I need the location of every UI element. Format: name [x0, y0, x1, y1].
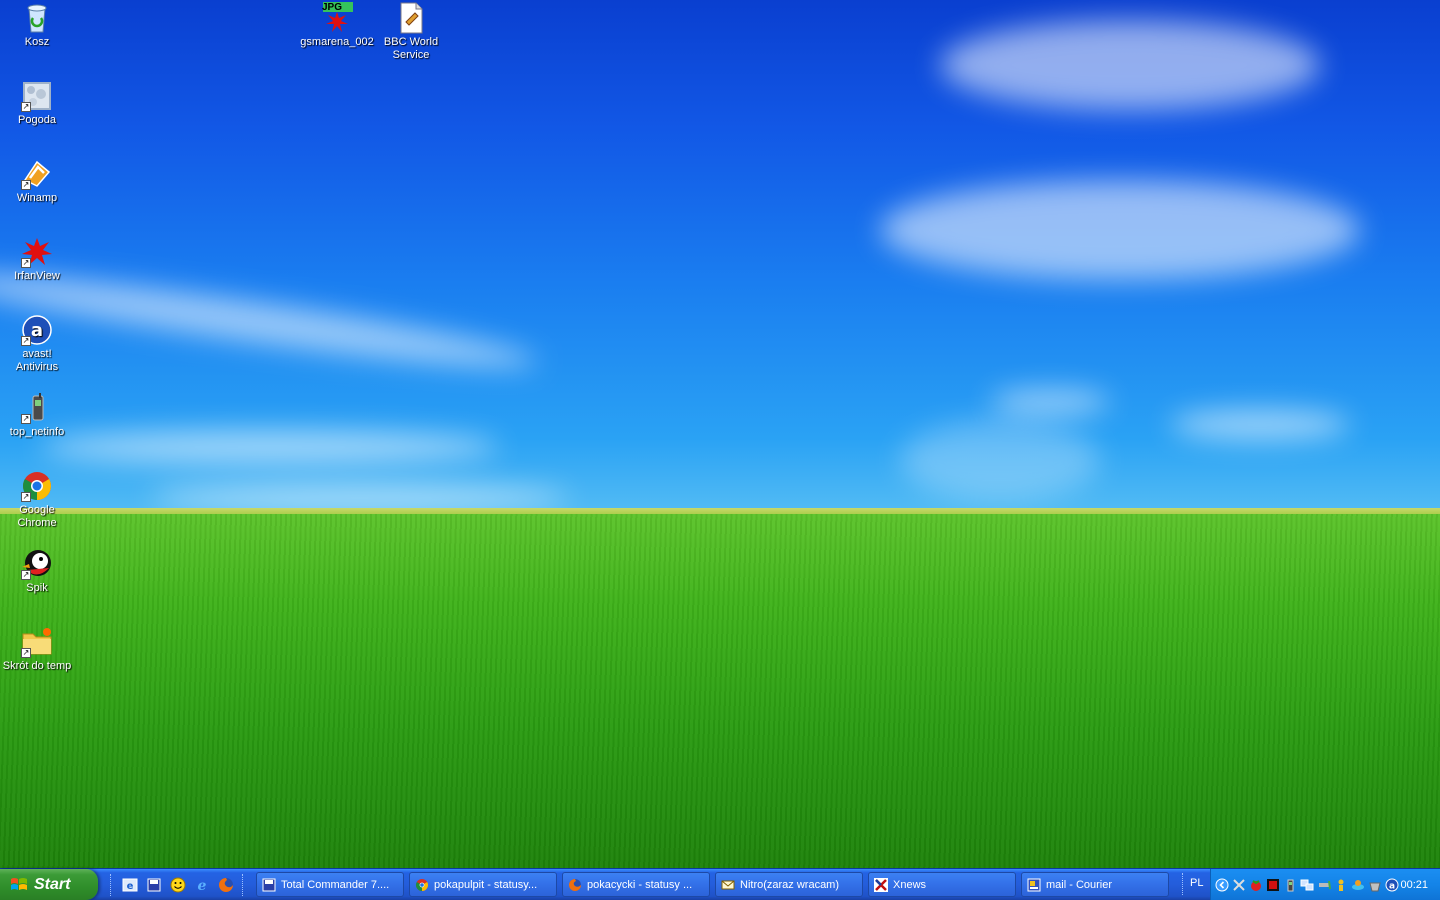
xnews-icon — [874, 877, 888, 892]
phone-icon: ↗ — [21, 392, 53, 424]
desktop-icon-label: BBC World Service — [383, 36, 439, 61]
spik-icon: ↗ — [21, 548, 53, 580]
toolbar-grip[interactable] — [1182, 873, 1186, 895]
quick-launch: e e — [106, 873, 250, 897]
folder-icon: ↗ — [21, 626, 53, 658]
clock[interactable]: 00:21 — [1401, 879, 1429, 891]
tray-expand-icon[interactable] — [1215, 878, 1229, 892]
taskbar: Start e e Total Commander 7.... pokapulp… — [0, 868, 1440, 900]
cloud — [40, 430, 500, 464]
network-connection-icon[interactable] — [1300, 878, 1314, 892]
jpg-badge: JPG — [322, 2, 343, 13]
cloud — [990, 390, 1110, 414]
desktop-wallpaper — [0, 0, 1440, 868]
language-indicator[interactable]: PL — [1190, 877, 1203, 889]
weather-icon: ↗ — [21, 80, 53, 112]
task-label: pokapulpit - statusy... — [434, 878, 538, 891]
system-tray: a 00:21 — [1210, 869, 1440, 900]
desktop-icon-label: Pogoda — [18, 114, 56, 126]
desktop-icon-label: gsmarena_002 — [300, 36, 374, 48]
winamp-icon: ↗ — [21, 158, 53, 190]
ie-icon[interactable]: e — [121, 876, 139, 894]
desktop-icon-label: avast! Antivirus — [15, 348, 59, 373]
recycle-bin-icon — [21, 2, 53, 34]
start-label: Start — [34, 875, 71, 893]
desktop-icon-label: Google Chrome — [17, 504, 57, 529]
courier-icon — [1027, 878, 1041, 892]
envelope-icon — [721, 878, 735, 892]
firefox-icon — [568, 878, 582, 892]
desktop-icon-label: top_netinfo — [9, 426, 65, 438]
taskbar-button-xnews[interactable]: Xnews — [868, 872, 1016, 897]
task-label: Xnews — [893, 878, 927, 891]
usb-device-icon[interactable] — [1317, 878, 1331, 892]
cloud — [880, 180, 1360, 280]
desktop-icon-pogoda[interactable]: ↗ Pogoda — [0, 80, 74, 127]
cloud — [900, 420, 1100, 500]
floppy-icon — [262, 878, 276, 892]
start-button[interactable]: Start — [0, 869, 98, 900]
toolbar-grip[interactable] — [242, 874, 246, 896]
irfanview-icon: ↗ — [21, 236, 53, 268]
jpg-file-icon: JPG — [321, 2, 353, 34]
desktop-icon-label: Skrót do temp — [2, 660, 72, 672]
toolbar-grip[interactable] — [110, 874, 114, 896]
taskbar-button-pokapulpit[interactable]: pokapulpit - statusy... — [409, 872, 557, 897]
desktop-icon-label: IrfanView — [14, 270, 60, 282]
taskbar-button-total-commander[interactable]: Total Commander 7.... — [256, 872, 404, 897]
chrome-icon: ↗ — [21, 470, 53, 502]
svg-text:a: a — [31, 320, 43, 341]
desktop-icon-label: Kosz — [24, 36, 50, 48]
smiley-icon[interactable] — [169, 876, 187, 894]
taskbar-button-nitro[interactable]: Nitro(zaraz wracam) — [715, 872, 863, 897]
taskbar-button-mail-courier[interactable]: mail - Courier — [1021, 872, 1169, 897]
network-tools-icon[interactable] — [1232, 878, 1246, 892]
desktop-icon-top-netinfo[interactable]: ↗ top_netinfo — [0, 392, 74, 439]
firefox-icon[interactable] — [217, 876, 235, 894]
desktop-icon-bbc-world-service[interactable]: BBC World Service — [374, 2, 448, 62]
desktop-icon-gsmarena[interactable]: JPG gsmarena_002 — [300, 2, 374, 49]
person-icon[interactable] — [1334, 878, 1348, 892]
bird-icon[interactable] — [1351, 878, 1365, 892]
strawberry-icon[interactable] — [1249, 878, 1263, 892]
ie-alt-icon[interactable]: e — [193, 876, 211, 894]
task-label: mail - Courier — [1046, 878, 1113, 891]
avast-tray-icon[interactable]: a — [1385, 878, 1399, 892]
avast-icon: a ↗ — [21, 314, 53, 346]
desktop-icon-spik[interactable]: ↗ Spik — [0, 548, 74, 595]
save-icon[interactable] — [145, 876, 163, 894]
desktop-icon-label: Spik — [26, 582, 48, 594]
desktop-icon-label: Winamp — [16, 192, 58, 204]
app-red-square-icon[interactable] — [1266, 878, 1280, 892]
task-label: Total Commander 7.... — [281, 878, 390, 891]
svg-text:e: e — [127, 881, 134, 892]
taskbar-button-pokacycki[interactable]: pokacycki - statusy ... — [562, 872, 710, 897]
document-icon — [395, 2, 427, 34]
desktop-icon-irfanview[interactable]: ↗ IrfanView — [0, 236, 74, 283]
desktop-icon-skrot-do-temp[interactable]: ↗ Skrót do temp — [0, 626, 74, 673]
svg-text:a: a — [1389, 881, 1395, 891]
cloud — [1170, 410, 1350, 440]
phone-tray-icon[interactable] — [1283, 878, 1297, 892]
task-label: pokacycki - statusy ... — [587, 878, 693, 891]
desktop-icon-google-chrome[interactable]: ↗ Google Chrome — [0, 470, 74, 530]
grass-field — [0, 514, 1440, 868]
chrome-icon — [415, 878, 429, 892]
desktop-icon-avast[interactable]: a ↗ avast! Antivirus — [0, 314, 74, 374]
task-label: Nitro(zaraz wracam) — [740, 878, 840, 891]
cloud — [940, 20, 1320, 110]
desktop-icon-winamp[interactable]: ↗ Winamp — [0, 158, 74, 205]
windows-flag-icon — [11, 877, 27, 890]
pot-icon[interactable] — [1368, 878, 1382, 892]
desktop-icon-kosz[interactable]: Kosz — [0, 2, 74, 49]
svg-text:e: e — [198, 878, 207, 893]
